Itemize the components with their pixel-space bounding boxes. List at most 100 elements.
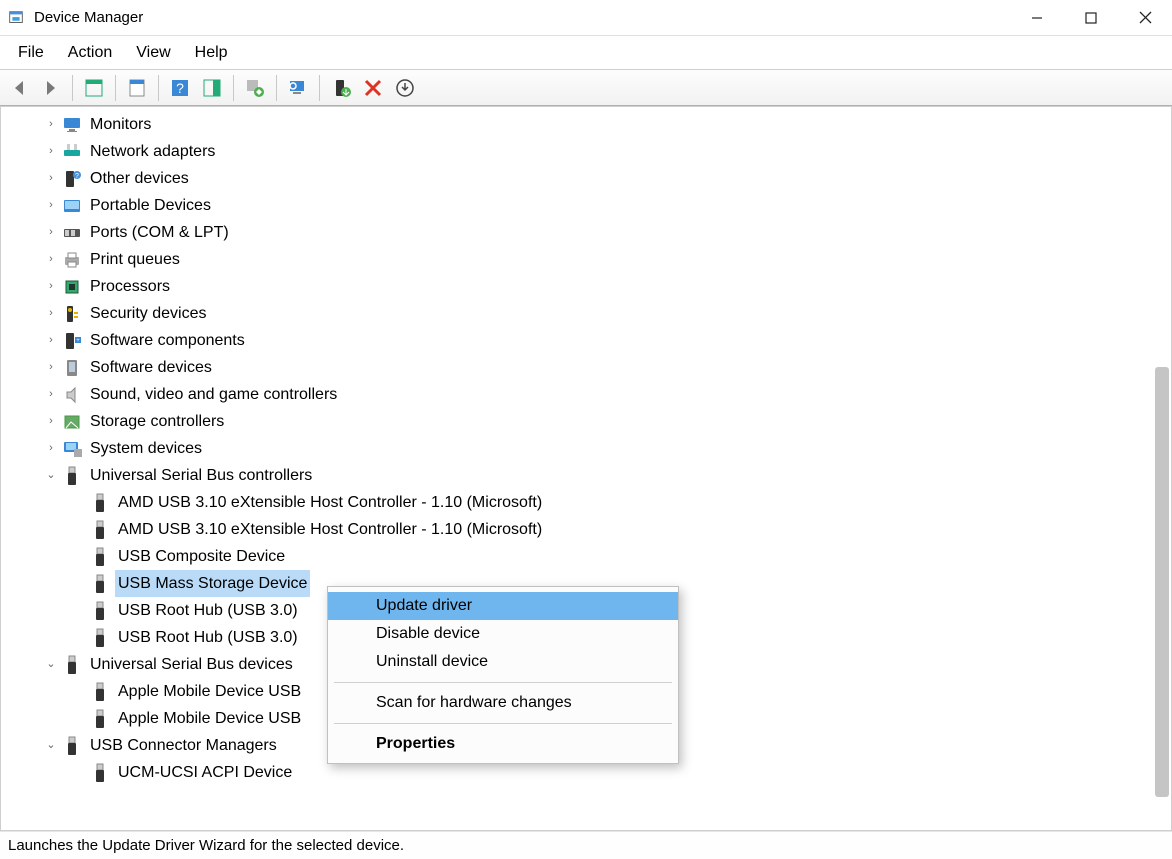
scrollbar-thumb[interactable] [1155,367,1169,797]
chevron-right-icon[interactable]: › [43,387,59,403]
help-button[interactable] [165,74,195,102]
tree-category[interactable]: › Network adapters [9,138,1171,165]
network-icon [61,141,83,163]
context-menu-item[interactable]: Update driver [328,592,678,620]
port-icon [61,222,83,244]
window-controls [1010,0,1172,36]
chevron-right-icon[interactable]: › [43,252,59,268]
close-button[interactable] [1118,0,1172,36]
app-icon [6,8,26,28]
tree-category[interactable]: ›System devices [9,435,1171,462]
menubar: File Action View Help [0,36,1172,70]
chevron-right-icon[interactable]: › [43,360,59,376]
tree-category[interactable]: ›Print queues [9,246,1171,273]
tree-device-label: Apple Mobile Device USB [115,705,304,732]
context-menu-item[interactable]: Scan for hardware changes [328,689,678,717]
tree-category-label: Network adapters [87,138,218,165]
chevron-right-icon[interactable]: › [43,144,59,160]
back-button[interactable] [4,74,34,102]
portable-icon [61,195,83,217]
tree-device[interactable]: AMD USB 3.10 eXtensible Host Controller … [9,489,1171,516]
chevron-down-icon[interactable]: ⌄ [43,738,59,754]
toolbar-separator [115,75,116,101]
minimize-button[interactable] [1010,0,1064,36]
forward-button[interactable] [36,74,66,102]
storage-icon [61,411,83,433]
chevron-down-icon[interactable]: ⌄ [43,657,59,673]
tree-category-label: Universal Serial Bus controllers [87,462,315,489]
tree-device-label: USB Root Hub (USB 3.0) [115,597,301,624]
update-driver-button[interactable] [240,74,270,102]
tree-category[interactable]: ›Sound, video and game controllers [9,381,1171,408]
monitor-icon [61,114,83,136]
properties-button[interactable] [122,74,152,102]
tree-device[interactable]: AMD USB 3.10 eXtensible Host Controller … [9,516,1171,543]
tree-category[interactable]: › Software devices [9,354,1171,381]
tree-category-label: Software devices [87,354,215,381]
tree-category-label: Portable Devices [87,192,214,219]
software-device-icon [61,357,83,379]
chevron-right-icon[interactable]: › [43,279,59,295]
chevron-right-icon[interactable]: › [43,198,59,214]
disable-device-button[interactable] [358,74,388,102]
usb-icon [61,654,83,676]
tree-category-label: Processors [87,273,173,300]
usb-icon [89,600,111,622]
toolbar-separator [233,75,234,101]
tree-device[interactable]: USB Composite Device [9,543,1171,570]
action-pane-button[interactable] [197,74,227,102]
context-menu: Update driverDisable deviceUninstall dev… [327,586,679,764]
menu-action[interactable]: Action [58,40,122,66]
tree-category-label: Software components [87,327,248,354]
tree-category[interactable]: › Processors [9,273,1171,300]
tree-category-label: USB Connector Managers [87,732,280,759]
toolbar-separator [72,75,73,101]
scan-hardware-button[interactable] [390,74,420,102]
tree-device-label: Apple Mobile Device USB [115,678,304,705]
tree-device-label: USB Composite Device [115,543,288,570]
chevron-right-icon[interactable]: › [43,225,59,241]
chevron-right-icon[interactable]: › [43,117,59,133]
tree-device-label: USB Root Hub (USB 3.0) [115,624,301,651]
chevron-right-icon[interactable]: › [43,414,59,430]
context-menu-item[interactable]: Uninstall device [328,648,678,676]
toolbar-separator [319,75,320,101]
uninstall-device-button[interactable] [283,74,313,102]
tree-category-label: Storage controllers [87,408,227,435]
tree-category[interactable]: › Ports (COM & LPT) [9,219,1171,246]
tree-category[interactable]: ⌄ Universal Serial Bus controllers [9,462,1171,489]
toolbar [0,70,1172,106]
usb-icon [89,762,111,784]
maximize-button[interactable] [1064,0,1118,36]
tree-category[interactable]: › Storage controllers [9,408,1171,435]
tree-category-label: Monitors [87,111,154,138]
usb-icon [89,627,111,649]
tree-category-label: Universal Serial Bus devices [87,651,296,678]
show-hide-tree-button[interactable] [79,74,109,102]
chevron-right-icon[interactable]: › [43,306,59,322]
menu-view[interactable]: View [126,40,180,66]
chevron-right-icon[interactable]: › [43,441,59,457]
chevron-right-icon[interactable]: › [43,171,59,187]
tree-category[interactable]: ›Other devices [9,165,1171,192]
enable-device-button[interactable] [326,74,356,102]
context-menu-item[interactable]: Disable device [328,620,678,648]
chevron-down-icon[interactable]: ⌄ [43,468,59,484]
tree-category[interactable]: › Software components [9,327,1171,354]
chevron-right-icon[interactable]: › [43,333,59,349]
context-menu-item[interactable]: Properties [328,730,678,758]
status-text: Launches the Update Driver Wizard for th… [8,837,404,854]
tree-category[interactable]: › Monitors [9,111,1171,138]
context-menu-separator [334,723,672,724]
toolbar-separator [276,75,277,101]
usb-icon [89,492,111,514]
menu-file[interactable]: File [8,40,54,66]
menu-help[interactable]: Help [185,40,238,66]
toolbar-separator [158,75,159,101]
tree-category[interactable]: › Portable Devices [9,192,1171,219]
usb-icon [61,465,83,487]
tree-category-label: Ports (COM & LPT) [87,219,232,246]
context-menu-separator [334,682,672,683]
cpu-icon [61,276,83,298]
tree-category[interactable]: ›Security devices [9,300,1171,327]
